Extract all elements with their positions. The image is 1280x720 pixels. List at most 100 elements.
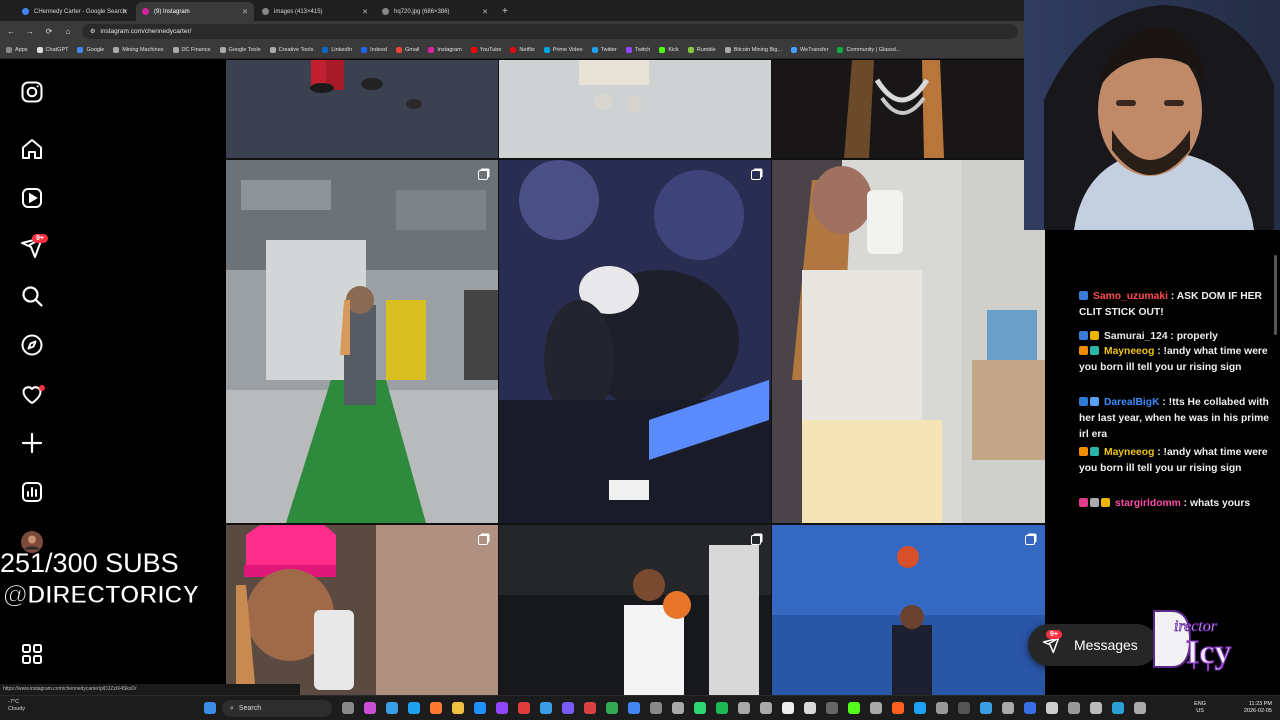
instagram-logo-icon[interactable] (20, 80, 44, 104)
taskbar-app-icon[interactable] (1112, 702, 1124, 714)
bookmark-item[interactable]: Prime Video (543, 47, 583, 53)
bookmark-item[interactable]: ChatGPT (36, 47, 68, 53)
taskbar-app-icon[interactable] (782, 702, 794, 714)
taskbar-app-icon[interactable] (738, 702, 750, 714)
bookmark-item[interactable]: Netflix (510, 47, 535, 53)
post-tile[interactable] (226, 525, 498, 695)
tab-images[interactable]: images (413×415) ✕ (256, 2, 374, 21)
home-icon[interactable]: ⌂ (63, 27, 73, 36)
close-icon[interactable]: ✕ (482, 8, 488, 16)
taskbar-app-icon[interactable] (562, 702, 574, 714)
taskbar-app-icon[interactable] (672, 702, 684, 714)
tab-google-search[interactable]: CHennedy Carter - Google Search ✕ (16, 2, 134, 21)
taskbar-app-icon[interactable] (540, 702, 552, 714)
taskbar-app-icon[interactable] (606, 702, 618, 714)
taskbar-app-icon[interactable] (694, 702, 706, 714)
taskbar-app-icon[interactable] (1134, 702, 1146, 714)
taskbar-app-icon[interactable] (650, 702, 662, 714)
bookmark-item[interactable]: Community | Glassd... (837, 47, 900, 53)
taskbar-app-icon[interactable] (760, 702, 772, 714)
bookmark-item[interactable]: Google Tools (219, 47, 261, 53)
bookmark-item[interactable]: DC Finance (172, 47, 211, 53)
taskbar-app-icon[interactable] (628, 702, 640, 714)
bookmark-item[interactable]: Twitch (625, 47, 650, 53)
back-arrow-icon[interactable]: ← (6, 27, 16, 36)
forward-arrow-icon[interactable]: → (25, 27, 35, 36)
post-tile[interactable] (499, 60, 771, 158)
taskbar-app-icon[interactable] (958, 702, 970, 714)
taskbar-app-icon[interactable] (584, 702, 596, 714)
taskbar-app-icon[interactable] (386, 702, 398, 714)
bookmark-item[interactable]: Gmail (395, 47, 419, 53)
tab-instagram[interactable]: (9) Instagram ✕ (136, 2, 254, 21)
taskbar-app-icon[interactable] (980, 702, 992, 714)
post-tile[interactable] (772, 60, 1045, 158)
bookmark-item[interactable]: LinkedIn (322, 47, 352, 53)
bookmark-item[interactable]: WeTransfer (791, 47, 828, 53)
post-tile[interactable] (499, 525, 771, 695)
bookmark-item[interactable]: Twitter (591, 47, 617, 53)
taskbar-app-icon[interactable] (1068, 702, 1080, 714)
taskbar-app-icon[interactable] (342, 702, 354, 714)
taskbar-app-icon[interactable] (474, 702, 486, 714)
explore-icon[interactable] (20, 333, 44, 357)
taskbar-app-icon[interactable] (452, 702, 464, 714)
taskbar-app-icon[interactable] (716, 702, 728, 714)
post-tile[interactable] (772, 525, 1045, 695)
taskbar-app-icon[interactable] (430, 702, 442, 714)
create-icon[interactable] (20, 431, 44, 455)
chat-username[interactable]: DarealBigK (1104, 397, 1160, 408)
bookmark-item[interactable]: Instagram (428, 47, 462, 53)
taskbar-search[interactable]: ⌕ Search (222, 700, 332, 717)
reload-icon[interactable]: ⟳ (44, 27, 54, 36)
taskbar-app-icon[interactable] (826, 702, 838, 714)
bookmark-item[interactable]: YouTube (470, 47, 501, 53)
taskbar-app-icon[interactable] (1090, 702, 1102, 714)
taskbar-app-icon[interactable] (1046, 702, 1058, 714)
taskbar-app-icon[interactable] (408, 702, 420, 714)
chat-username[interactable]: Samurai_124 (1104, 331, 1168, 342)
tab-hq720[interactable]: hq720.jpg (686×386) ✕ (376, 2, 494, 21)
taskbar-app-icon[interactable] (1002, 702, 1014, 714)
taskbar-app-icon[interactable] (914, 702, 926, 714)
taskbar-app-icon[interactable] (848, 702, 860, 714)
home-icon[interactable] (20, 137, 44, 161)
taskbar-app-icon[interactable] (870, 702, 882, 714)
close-icon[interactable]: ✕ (122, 8, 128, 16)
taskbar-app-icon[interactable] (1024, 702, 1036, 714)
bookmark-item[interactable]: Bitcoin Mining Big... (724, 47, 782, 53)
taskbar-app-icon[interactable] (892, 702, 904, 714)
post-tile[interactable] (499, 160, 771, 523)
url-field[interactable]: ⚙ instagram.com/chennedycarter/ (82, 24, 1018, 39)
bookmark-item[interactable]: Mining Machines (113, 47, 164, 53)
taskbar-app-icon[interactable] (364, 702, 376, 714)
bookmark-item[interactable]: Apps (6, 47, 28, 53)
reels-icon[interactable] (20, 186, 44, 210)
bookmark-item[interactable]: Indeed (361, 47, 387, 53)
weather-widget[interactable]: -7°C Cloudy (8, 699, 25, 713)
more-icon[interactable] (20, 642, 44, 666)
post-tile[interactable] (226, 160, 498, 523)
close-icon[interactable]: ✕ (242, 8, 248, 16)
language-indicator[interactable]: ENG US (1194, 701, 1206, 715)
site-info-icon[interactable]: ⚙ (90, 28, 95, 35)
dashboard-icon[interactable] (20, 480, 44, 504)
chat-username[interactable]: stargirldomm (1115, 498, 1181, 509)
chat-username[interactable]: Mayneeog (1104, 346, 1154, 357)
post-tile[interactable] (226, 60, 498, 158)
bookmark-item[interactable]: Google (77, 47, 104, 53)
new-tab-icon[interactable]: + (502, 2, 508, 21)
chat-username[interactable]: Samo_uzumaki (1093, 291, 1168, 302)
taskbar-app-icon[interactable] (804, 702, 816, 714)
post-tile[interactable] (772, 160, 1045, 523)
chat-scrollbar[interactable] (1274, 255, 1277, 335)
chat-username[interactable]: Mayneeog (1104, 447, 1154, 458)
taskbar-app-icon[interactable] (518, 702, 530, 714)
close-icon[interactable]: ✕ (362, 8, 368, 16)
bookmark-item[interactable]: Kick (659, 47, 679, 53)
windows-start-icon[interactable] (204, 702, 216, 714)
system-clock[interactable]: 11:23 PM 2026-02-05 (1244, 701, 1272, 715)
bookmark-item[interactable]: Rumble (687, 47, 716, 53)
bookmark-item[interactable]: Creative Tools (269, 47, 313, 53)
taskbar-app-icon[interactable] (936, 702, 948, 714)
